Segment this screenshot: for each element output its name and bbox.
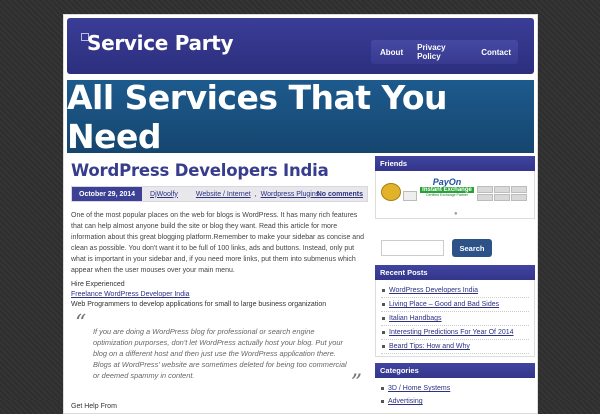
blockquote: “ If you are doing a WordPress blog for …	[71, 311, 368, 396]
friends-heading: Friends	[375, 156, 535, 171]
hire-description: Web Programmers to develop applications …	[71, 301, 327, 308]
partner-logos-grid	[477, 186, 527, 201]
category-link[interactable]: Advertising	[388, 398, 423, 405]
recent-post-link[interactable]: Italian Handbags	[389, 315, 442, 322]
comments-link[interactable]: No comments	[317, 191, 363, 198]
nav-contact[interactable]: Contact	[474, 48, 518, 57]
recent-post-link[interactable]: Interesting Predictions For Year Of 2014	[389, 329, 514, 336]
list-item: Living Place – Good and Bad Sides	[381, 298, 529, 312]
main-content: WordPress Developers India October 29, 2…	[71, 161, 368, 410]
open-quote-icon: “	[75, 311, 87, 336]
carousel-dot-icon[interactable]: ●	[454, 211, 458, 217]
category-link-website[interactable]: Website / Internet	[196, 191, 251, 198]
list-item: 3D / Home Systems	[380, 382, 530, 395]
recent-posts-heading: Recent Posts	[375, 265, 535, 280]
search-input[interactable]	[381, 240, 444, 256]
categories-heading: Categories	[375, 363, 535, 378]
search-button[interactable]: Search	[452, 239, 492, 257]
category-link[interactable]: 3D / Home Systems	[388, 385, 450, 392]
site-title[interactable]: Service Party	[87, 31, 234, 55]
post-continued-text: Get Help From	[71, 403, 117, 410]
post-meta: October 29, 2014 DjWoolfy Website / Inte…	[71, 186, 368, 202]
nav-privacy-policy[interactable]: Privacy Policy	[410, 43, 474, 61]
payon-logo-title: PayOn	[432, 177, 462, 187]
banner-text: All Services That You Need	[67, 77, 448, 156]
payon-logo-caption: Certified Exchange Partner	[425, 193, 469, 197]
list-item: WordPress Developers India	[381, 284, 529, 298]
recent-posts-list: WordPress Developers India Living Place …	[375, 280, 535, 357]
hire-label: Hire Experienced	[71, 281, 125, 288]
post-body: One of the most popular places on the we…	[71, 212, 364, 274]
category-link-plugins[interactable]: Wordpress Plugins	[261, 191, 320, 198]
quote-text: If you are doing a WordPress blog for pr…	[93, 327, 347, 380]
post-date: October 29, 2014	[72, 187, 143, 201]
recent-post-link[interactable]: WordPress Developers India	[389, 287, 478, 294]
page-container: Service Party About Privacy Policy Conta…	[63, 14, 538, 414]
list-item: Advertising	[380, 395, 530, 408]
nav-about[interactable]: About	[371, 48, 410, 57]
hire-link[interactable]: Freelance WordPress Developer India	[71, 291, 190, 298]
partner-logo-icon	[403, 191, 417, 201]
categories-list: 3D / Home Systems Advertising	[375, 378, 535, 412]
hero-banner: All Services That You Need	[67, 77, 534, 156]
friends-widget: PayOn Instant Exchange Certified Exchang…	[375, 171, 535, 219]
search-widget: Search	[375, 239, 535, 257]
close-quote-icon: ”	[350, 371, 362, 396]
recent-post-link[interactable]: Living Place – Good and Bad Sides	[389, 301, 499, 308]
list-item: Beard Tips: How and Why	[381, 340, 529, 354]
friends-banner-image[interactable]: PayOn Instant Exchange Certified Exchang…	[381, 175, 531, 201]
recent-posts-widget: Recent Posts WordPress Developers India …	[375, 265, 535, 357]
categories-widget: Categories 3D / Home Systems Advertising	[375, 363, 535, 412]
post-author-link[interactable]: DjWoolfy	[150, 191, 178, 198]
post-title[interactable]: WordPress Developers India	[71, 161, 368, 180]
certified-badge-icon	[381, 183, 401, 201]
payon-logo: PayOn Instant Exchange Certified Exchang…	[419, 177, 475, 201]
site-header: Service Party About Privacy Policy Conta…	[67, 18, 534, 74]
main-nav: About Privacy Policy Contact	[371, 40, 518, 64]
list-item: Italian Handbags	[381, 312, 529, 326]
sidebar: Friends PayOn Instant Exchange Certified…	[375, 156, 535, 412]
list-item: Interesting Predictions For Year Of 2014	[381, 326, 529, 340]
hire-block: Hire Experienced Freelance WordPress Dev…	[71, 280, 368, 310]
recent-post-link[interactable]: Beard Tips: How and Why	[389, 343, 470, 350]
